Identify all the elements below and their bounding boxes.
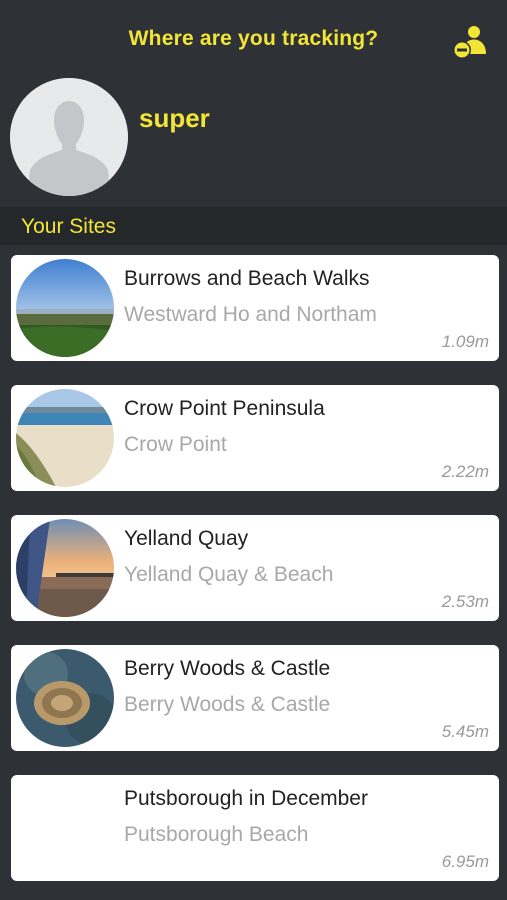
site-distance: 2.53m (441, 592, 489, 611)
site-location: Crow Point (124, 433, 227, 456)
site-location: Putsborough Beach (124, 823, 309, 846)
site-name: Berry Woods & Castle (124, 657, 331, 680)
person-silhouette-icon (10, 78, 128, 196)
site-name: Yelland Quay (124, 527, 249, 550)
site-distance: 2.22m (441, 462, 489, 481)
beach-thumb (16, 389, 114, 487)
site-distance: 1.09m (441, 332, 489, 351)
site-location: Berry Woods & Castle (124, 693, 331, 716)
page-title: Where are you tracking? (128, 27, 379, 50)
section-header: Your Sites (0, 207, 507, 245)
site-card[interactable]: Putsborough in December Putsborough Beac… (11, 775, 499, 881)
site-name: Putsborough in December (124, 787, 368, 810)
user-minus-icon[interactable] (452, 24, 488, 60)
site-distance: 6.95m (441, 852, 489, 871)
site-distance: 5.45m (441, 722, 489, 741)
landscape-thumb (16, 259, 114, 357)
quay-sunset-thumb (16, 519, 114, 617)
site-name: Burrows and Beach Walks (124, 267, 370, 290)
app-screen: Where are you tracking? super Your Sites (0, 0, 507, 900)
username: super (139, 103, 210, 133)
site-card[interactable]: Burrows and Beach Walks Westward Ho and … (11, 255, 499, 361)
avatar[interactable] (10, 78, 128, 196)
aerial-woods-thumb (16, 649, 114, 747)
section-title: Your Sites (21, 215, 116, 238)
site-list: Burrows and Beach Walks Westward Ho and … (0, 255, 507, 900)
site-location: Yelland Quay & Beach (124, 563, 334, 586)
site-card[interactable]: Yelland Quay Yelland Quay & Beach 2.53m (11, 515, 499, 621)
site-card[interactable]: Berry Woods & Castle Berry Woods & Castl… (11, 645, 499, 751)
site-card[interactable]: Crow Point Peninsula Crow Point 2.22m (11, 385, 499, 491)
site-location: Westward Ho and Northam (124, 303, 377, 326)
site-name: Crow Point Peninsula (124, 397, 325, 420)
